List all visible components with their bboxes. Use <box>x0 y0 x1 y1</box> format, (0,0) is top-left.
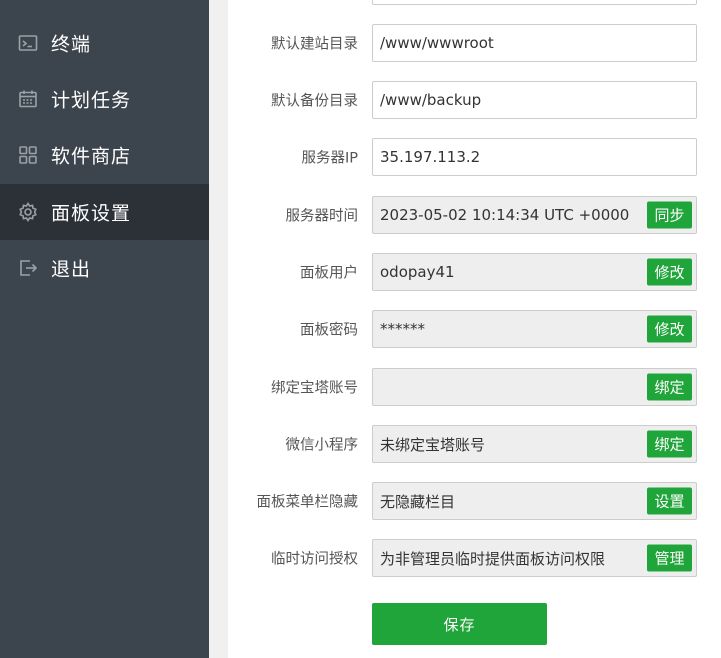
bind-wechat-button[interactable]: 绑定 <box>647 430 692 458</box>
row-label: 服务器IP <box>301 150 358 167</box>
row-panel-user: 面板用户 odopay41 修改 <box>228 253 721 291</box>
sidebar-item-label: 面板设置 <box>51 202 132 225</box>
row-label: 面板密码 <box>300 322 358 339</box>
sidebar-item-label: 终端 <box>51 33 92 56</box>
menu-settings-button[interactable]: 设置 <box>647 487 692 515</box>
backup-dir-input[interactable]: /www/backup <box>372 81 697 119</box>
site-dir-input[interactable]: /www/wwwroot <box>372 24 697 62</box>
row-label: 微信小程序 <box>285 437 359 454</box>
row-site-dir: 默认建站目录 /www/wwwroot <box>228 24 721 62</box>
server-ip-input[interactable]: 35.197.113.2 <box>372 138 697 176</box>
row-server-time: 服务器时间 2023-05-02 10:14:34 UTC +0000 同步 <box>228 196 721 234</box>
row-menu-hide: 面板菜单栏隐藏 无隐藏栏目 设置 <box>228 482 721 520</box>
bt-account-field: 绑定 <box>372 368 697 406</box>
row-label: 绑定宝塔账号 <box>271 380 358 397</box>
logout-icon <box>18 258 38 278</box>
row-label: 默认备份目录 <box>271 93 358 110</box>
content-gutter <box>209 0 228 658</box>
gear-icon <box>18 202 38 222</box>
previous-field-edge[interactable] <box>372 0 697 5</box>
row-temp-access: 临时访问授权 为非管理员临时提供面板访问权限 管理 <box>228 539 721 577</box>
sidebar-item-store[interactable]: 软件商店 <box>0 127 209 183</box>
edit-password-button[interactable]: 修改 <box>647 315 692 343</box>
row-label: 面板用户 <box>300 265 358 282</box>
save-button[interactable]: 保存 <box>372 603 547 645</box>
sidebar-item-settings[interactable]: 面板设置 <box>0 184 209 240</box>
server-time-field: 2023-05-02 10:14:34 UTC +0000 同步 <box>372 196 697 234</box>
row-panel-password: 面板密码 ****** 修改 <box>228 310 721 348</box>
sidebar-item-cron[interactable]: 计划任务 <box>0 71 209 127</box>
row-label: 临时访问授权 <box>271 551 358 568</box>
calendar-icon <box>18 89 38 109</box>
wechat-miniapp-field: 未绑定宝塔账号 绑定 <box>372 425 697 463</box>
row-bind-account: 绑定宝塔账号 绑定 <box>228 368 721 406</box>
sidebar-item-label: 退出 <box>51 258 92 281</box>
sidebar-item-label: 计划任务 <box>51 89 132 112</box>
edit-user-button[interactable]: 修改 <box>647 258 692 286</box>
bind-account-button[interactable]: 绑定 <box>647 373 692 401</box>
manage-access-button[interactable]: 管理 <box>647 544 692 572</box>
row-label: 服务器时间 <box>285 208 359 225</box>
row-backup-dir: 默认备份目录 /www/backup <box>228 81 721 119</box>
sidebar: 终端 计划任务 软件商店 面板设置 退出 <box>0 0 209 658</box>
temp-access-field: 为非管理员临时提供面板访问权限 管理 <box>372 539 697 577</box>
row-server-ip: 服务器IP 35.197.113.2 <box>228 138 721 176</box>
row-wechat-miniapp: 微信小程序 未绑定宝塔账号 绑定 <box>228 425 721 463</box>
menu-hide-field: 无隐藏栏目 设置 <box>372 482 697 520</box>
sidebar-item-logout[interactable]: 退出 <box>0 240 209 296</box>
terminal-icon <box>18 33 38 53</box>
sidebar-item-label: 软件商店 <box>51 145 132 168</box>
sidebar-item-terminal[interactable]: 终端 <box>0 15 209 71</box>
panel-password-field: ****** 修改 <box>372 310 697 348</box>
settings-form: 默认建站目录 /www/wwwroot 默认备份目录 /www/backup 服… <box>228 0 721 658</box>
grid-icon <box>18 145 38 165</box>
sync-time-button[interactable]: 同步 <box>647 201 692 229</box>
row-label: 默认建站目录 <box>271 36 358 53</box>
row-label: 面板菜单栏隐藏 <box>256 494 359 511</box>
panel-user-field: odopay41 修改 <box>372 253 697 291</box>
